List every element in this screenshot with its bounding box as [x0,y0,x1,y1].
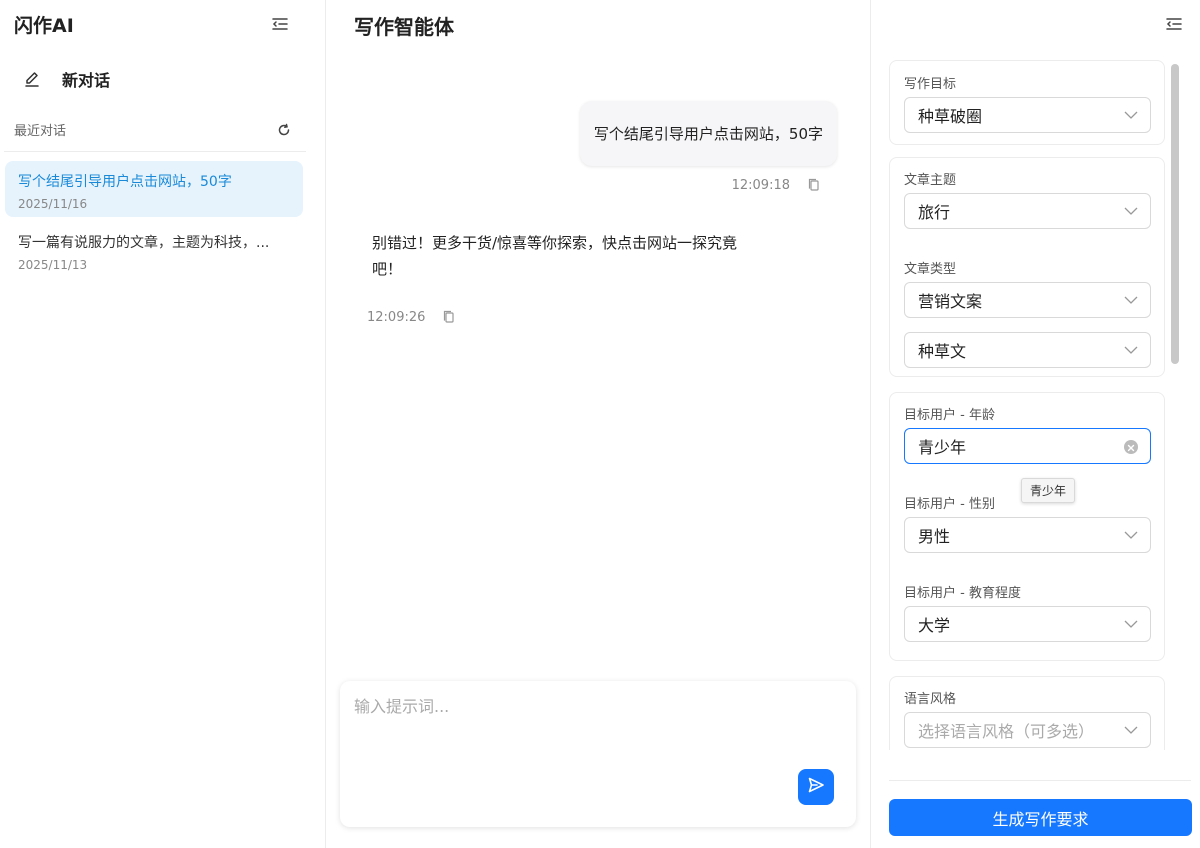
select-value: 营销文案 [918,292,983,311]
user-message-meta: 12:09:18 [732,177,822,193]
assistant-message: 别错过！更多干货/惊喜等你探索，快点击网站一探究竟吧！ [372,234,738,278]
edit-icon [22,69,42,89]
copy-icon[interactable] [441,309,457,325]
scrollbar-thumb[interactable] [1171,64,1179,364]
chevron-down-icon [1124,111,1138,119]
select-value: 种草破圈 [918,107,983,126]
new-chat-button[interactable]: 新对话 [14,60,304,98]
divider [889,780,1191,781]
new-chat-label: 新对话 [62,71,111,90]
prompt-input[interactable] [354,693,834,763]
page-title: 写作智能体 [354,15,454,39]
select-value: 旅行 [918,203,951,222]
user-message-bubble: 写个结尾引导用户点击网站，50字 [579,101,837,166]
message-composer [340,681,856,827]
value-tooltip: 青少年 [1021,478,1076,503]
article-card: 文章主题 旅行 文章类型 营销文案 种草文 [889,157,1165,377]
clear-icon[interactable] [1124,440,1138,454]
copy-icon[interactable] [806,177,822,193]
writing-goal-select[interactable]: 种草破圈 [904,97,1151,133]
select-value: 男性 [918,527,951,546]
chevron-down-icon [1124,346,1138,354]
writing-goal-label: 写作目标 [904,77,957,92]
chevron-down-icon [1124,531,1138,539]
select-value: 大学 [918,616,951,635]
article-topic-select[interactable]: 旅行 [904,193,1151,229]
send-icon [807,776,825,798]
select-placeholder: 选择语言风格（可多选） [918,722,1095,741]
chevron-down-icon [1124,296,1138,304]
message-timestamp: 12:09:26 [367,309,426,325]
sidebar-collapse-icon[interactable] [270,14,290,34]
language-style-label: 语言风格 [904,692,957,707]
brand-logo: 闪作AI [14,15,74,37]
refresh-icon[interactable] [276,122,292,138]
article-type-label: 文章类型 [904,262,957,277]
writing-goal-card: 写作目标 种草破圈 [889,60,1165,145]
conversation-date: 2025/11/16 [18,197,88,211]
select-value: 种草文 [918,342,967,361]
panel-collapse-icon[interactable] [1164,14,1184,34]
target-audience-card: 目标用户 - 年龄 青少年 目标用户 - 性别 男性 目标用户 - 教育程度 大… [889,392,1165,661]
audience-education-select[interactable]: 大学 [904,606,1151,642]
conversation-title: 写一篇有说服力的文章，主题为科技，... [18,235,270,251]
audience-age-select[interactable]: 青少年 [904,428,1151,464]
chevron-down-icon [1124,726,1138,734]
audience-age-label: 目标用户 - 年龄 [904,408,995,423]
select-value: 青少年 [918,438,967,457]
article-type-select[interactable]: 营销文案 [904,282,1151,318]
recent-label: 最近对话 [14,124,67,139]
send-button[interactable] [798,769,834,805]
conversation-date: 2025/11/13 [18,258,88,272]
writing-settings-panel: 写作目标 种草破圈 文章主题 旅行 文章类型 营销文案 种草文 目标用户 - 年… [870,0,1200,848]
language-style-card: 语言风格 选择语言风格（可多选） [889,676,1165,750]
settings-scroll-area: 写作目标 种草破圈 文章主题 旅行 文章类型 营销文案 种草文 目标用户 - 年… [889,60,1165,750]
conversation-item[interactable]: 写个结尾引导用户点击网站，50字 2025/11/16 [5,161,303,217]
chevron-down-icon [1124,620,1138,628]
assistant-message-meta: 12:09:26 [367,309,457,325]
audience-gender-label: 目标用户 - 性别 [904,497,995,512]
chat-area: 写作智能体 写个结尾引导用户点击网站，50字 12:09:18 别错过！更多干货… [326,0,870,848]
chevron-down-icon [1124,207,1138,215]
app-root: 闪作AI 新对话 最近对话 写个结尾引导用户点击网站，50字 2025/11/1 [0,0,1200,848]
audience-education-label: 目标用户 - 教育程度 [904,586,1021,601]
audience-gender-select[interactable]: 男性 [904,517,1151,553]
article-topic-label: 文章主题 [904,173,957,188]
recent-header: 最近对话 [14,120,304,139]
divider [4,151,306,152]
article-subtype-select[interactable]: 种草文 [904,332,1151,368]
conversation-item[interactable]: 写一篇有说服力的文章，主题为科技，... 2025/11/13 [5,222,303,278]
message-timestamp: 12:09:18 [731,177,790,193]
sidebar: 闪作AI 新对话 最近对话 写个结尾引导用户点击网站，50字 2025/11/1 [0,0,326,848]
generate-requirements-button[interactable]: 生成写作要求 [889,799,1192,836]
language-style-select[interactable]: 选择语言风格（可多选） [904,712,1151,748]
conversation-title: 写个结尾引导用户点击网站，50字 [18,174,232,190]
